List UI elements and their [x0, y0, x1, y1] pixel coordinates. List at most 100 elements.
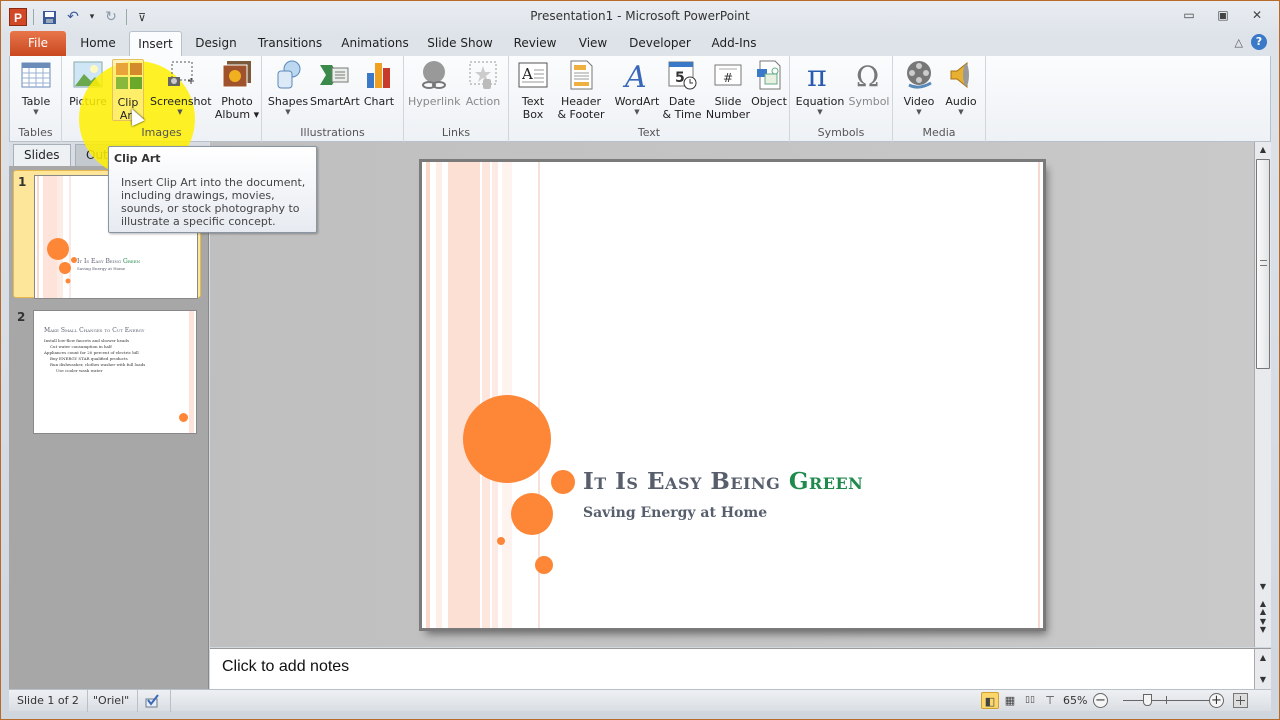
tab-animations[interactable]: Animations — [339, 31, 411, 57]
zoom-slider-thumb[interactable] — [1143, 694, 1152, 706]
chevron-down-icon: ▼ — [177, 108, 183, 116]
tab-view[interactable]: View — [573, 31, 613, 57]
tab-home[interactable]: Home — [75, 31, 121, 57]
tab-developer[interactable]: Developer — [627, 31, 693, 57]
photo-album-button[interactable]: Photo Album ▾ — [214, 59, 260, 121]
hyperlink-icon — [418, 59, 450, 91]
insert-ribbon: Table ▼ Tables Picture Clip Art — [9, 56, 1271, 142]
next-slide-icon[interactable]: ▼ ▼ — [1255, 618, 1271, 634]
spell-check-icon[interactable] — [136, 690, 171, 712]
header-footer-button[interactable]: Header & Footer — [557, 59, 605, 121]
group-symbols: π Equation ▼ Ω Symbol Symbols — [790, 56, 893, 142]
symbol-button[interactable]: Ω Symbol — [848, 59, 890, 108]
table-icon — [20, 59, 52, 91]
video-button[interactable]: Video ▼ — [899, 59, 939, 117]
notes-scrollbar[interactable]: ▲ ▼ — [1254, 649, 1271, 690]
small-circle — [551, 470, 575, 494]
chart-button[interactable]: Chart — [360, 59, 398, 108]
normal-view-icon[interactable]: ◧ — [981, 692, 999, 709]
slide-canvas[interactable]: It Is Easy Being Green Saving Energy at … — [422, 162, 1043, 628]
omega-icon: Ω — [853, 59, 885, 93]
zoom-slider-track[interactable] — [1123, 700, 1215, 701]
chart-label: Chart — [363, 95, 395, 108]
wordart-label: WordArt — [614, 95, 660, 108]
tab-review[interactable]: Review — [509, 31, 561, 57]
slide-title[interactable]: It Is Easy Being Green — [583, 468, 863, 495]
fit-to-window-icon[interactable] — [1233, 693, 1248, 708]
slide-sorter-view-icon[interactable]: ▦ — [1001, 692, 1019, 709]
previous-slide-icon[interactable]: ▲ ▲ — [1255, 600, 1271, 616]
object-label: Object — [751, 95, 787, 108]
slide-number-button[interactable]: # Slide Number — [705, 59, 751, 121]
tiny-circle — [497, 537, 505, 545]
tab-design[interactable]: Design — [191, 31, 241, 57]
chevron-down-icon: ▼ — [916, 108, 922, 116]
text-box-button[interactable]: A Text Box — [515, 59, 551, 121]
header-footer-label-1: Header — [560, 95, 602, 108]
group-illustrations: Shapes ▼ SmartArt Chart Illustrations — [262, 56, 404, 142]
equation-button[interactable]: π Equation ▼ — [794, 59, 846, 117]
chevron-down-icon: ▼ — [634, 108, 640, 116]
scroll-down-icon[interactable]: ▼ — [1255, 675, 1271, 684]
tab-slide-show[interactable]: Slide Show — [424, 31, 496, 57]
shapes-button[interactable]: Shapes ▼ — [266, 59, 310, 117]
thumb-1-title: It Is Easy Being Green — [77, 258, 141, 265]
table-button[interactable]: Table ▼ — [16, 59, 56, 117]
zoom-out-button[interactable]: − — [1093, 693, 1108, 708]
screenshot-button[interactable]: Screenshot ▼ — [150, 59, 212, 117]
window-title: Presentation1 - Microsoft PowerPoint — [530, 9, 750, 23]
tab-transitions[interactable]: Transitions — [253, 31, 327, 57]
video-label: Video — [903, 95, 935, 108]
svg-text:π: π — [807, 59, 827, 91]
date-time-label-1: Date — [668, 95, 696, 108]
slide-thumbnail-2[interactable]: 2 Make Small Changes to Cut Energy Insta… — [13, 306, 201, 434]
tab-insert[interactable]: Insert — [129, 31, 182, 57]
slide-2-dot — [179, 413, 188, 422]
tab-add-ins[interactable]: Add-Ins — [707, 31, 761, 57]
date-time-button[interactable]: 5 Date & Time — [661, 59, 703, 121]
wordart-button[interactable]: A WordArt ▼ — [613, 59, 661, 117]
photo-album-icon — [221, 59, 253, 91]
svg-text:#: # — [723, 71, 733, 85]
minimize-icon[interactable]: ▭ — [1181, 7, 1197, 23]
text-box-label-2: Box — [522, 108, 544, 121]
wordart-icon: A — [621, 59, 653, 95]
zoom-in-button[interactable]: + — [1209, 693, 1224, 708]
notes-placeholder[interactable]: Click to add notes — [222, 658, 349, 676]
chevron-down-icon: ▼ — [817, 108, 823, 116]
scroll-up-icon[interactable]: ▲ — [1255, 145, 1271, 154]
close-icon[interactable]: ✕ — [1249, 7, 1265, 23]
small-circle-2 — [535, 556, 553, 574]
zoom-level[interactable]: 65% — [1063, 690, 1087, 711]
reading-view-icon[interactable]: ▯▯ — [1021, 692, 1039, 709]
film-reel-icon — [903, 59, 935, 91]
notes-pane[interactable]: Click to add notes ▲ ▼ — [210, 648, 1271, 690]
text-box-icon: A — [517, 59, 549, 91]
slide-subtitle[interactable]: Saving Energy at Home — [583, 505, 767, 521]
scroll-down-icon[interactable]: ▼ — [1255, 582, 1271, 591]
ribbon-tabs: File Home Insert Design Transitions Anim… — [1, 31, 1279, 57]
slide-count: Slide 1 of 2 — [9, 690, 88, 712]
slideshow-view-icon[interactable]: ⊤ — [1041, 692, 1059, 709]
svg-text:5: 5 — [675, 70, 685, 86]
maximize-icon[interactable]: ▣ — [1215, 7, 1231, 23]
object-button[interactable]: Object — [751, 59, 787, 108]
screenshot-icon — [164, 59, 196, 91]
minimize-ribbon-icon[interactable]: △ — [1235, 36, 1243, 49]
theme-name[interactable]: "Oriel" — [85, 690, 139, 712]
audio-label: Audio — [945, 95, 977, 108]
help-icon[interactable]: ? — [1251, 34, 1267, 50]
window-controls: ▭ ▣ ✕ — [1181, 7, 1265, 23]
smartart-button[interactable]: SmartArt — [310, 59, 360, 108]
slide-2-stripe — [189, 311, 194, 433]
scrollbar-thumb[interactable] — [1256, 159, 1270, 369]
audio-button[interactable]: Audio ▼ — [941, 59, 981, 117]
tab-file[interactable]: File — [10, 31, 66, 57]
action-button[interactable]: Action — [462, 59, 504, 108]
vertical-scrollbar[interactable]: ▲ ▼ ▲ ▲ ▼ ▼ — [1254, 142, 1271, 647]
slide-number-label-2: Number — [705, 108, 751, 121]
hyperlink-button[interactable]: Hyperlink — [408, 59, 461, 108]
scroll-up-icon[interactable]: ▲ — [1255, 653, 1271, 662]
clip-art-icon — [113, 60, 145, 92]
tab-slides[interactable]: Slides — [13, 144, 71, 166]
